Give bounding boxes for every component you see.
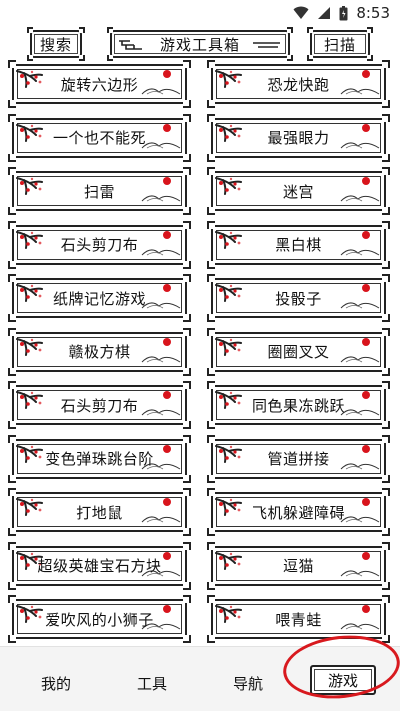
status-time: 8:53 <box>356 4 390 22</box>
game-card-label: 打地鼠 <box>76 503 123 522</box>
game-card[interactable]: 赣极方棋 <box>8 327 191 376</box>
nav-tab-tools[interactable]: 工具 <box>122 673 182 694</box>
game-card-label: 投骰子 <box>275 289 322 308</box>
game-card-label: 圈圈叉叉 <box>267 343 330 361</box>
wave-pattern-icon <box>253 42 280 48</box>
game-card-label: 最强眼力 <box>267 129 330 147</box>
game-card[interactable]: 变色弹珠跳台阶 <box>8 434 191 483</box>
game-card[interactable]: 同色果冻跳跃 <box>207 381 390 429</box>
status-bar: 8:53 <box>0 0 400 28</box>
game-card[interactable]: 一个也不能死 <box>8 113 191 162</box>
cloud-pattern-icon <box>119 40 142 50</box>
game-card-label: 爱吹风的小狮子 <box>45 610 154 629</box>
game-card[interactable]: 扫雷 <box>8 167 191 215</box>
game-card-label: 旋转六边形 <box>60 75 139 94</box>
game-card[interactable]: 黑白棋 <box>207 220 390 269</box>
game-card-label: 一个也不能死 <box>52 129 146 147</box>
signal-icon <box>318 7 331 19</box>
game-card[interactable]: 逗猫 <box>207 541 390 590</box>
game-card[interactable]: 恐龙快跑 <box>207 60 390 108</box>
bottom-nav: 我的 工具 导航 游戏 <box>0 646 400 711</box>
game-card[interactable]: 石头剪刀布 <box>8 220 191 269</box>
game-card[interactable]: 管道拼接 <box>207 434 390 483</box>
game-card[interactable]: 飞机躲避障碍 <box>207 488 390 536</box>
game-card-label: 纸牌记忆游戏 <box>52 289 146 308</box>
game-card[interactable]: 石头剪刀布 <box>8 381 191 429</box>
battery-icon <box>339 5 348 20</box>
game-card-label: 超级英雄宝石方块 <box>37 557 162 575</box>
nav-tab-games[interactable]: 游戏 <box>310 665 376 695</box>
game-card-label: 恐龙快跑 <box>267 75 330 94</box>
game-card-label: 黑白棋 <box>275 236 322 254</box>
wifi-icon <box>293 6 309 19</box>
game-card-label: 迷宫 <box>282 182 314 201</box>
game-card-label: 石头剪刀布 <box>60 236 139 254</box>
game-card-label: 扫雷 <box>83 182 115 201</box>
game-card[interactable]: 纸牌记忆游戏 <box>8 274 191 322</box>
game-card-label: 飞机躲避障碍 <box>251 503 345 522</box>
game-card-label: 石头剪刀布 <box>60 396 139 415</box>
nav-tab-guide[interactable]: 导航 <box>218 673 278 694</box>
game-card-label: 赣极方棋 <box>68 343 131 361</box>
game-card[interactable]: 旋转六边形 <box>8 60 191 108</box>
scan-button[interactable]: 扫描 <box>307 27 373 61</box>
game-card[interactable]: 迷宫 <box>207 167 390 215</box>
game-card-label: 管道拼接 <box>267 450 330 468</box>
game-card[interactable]: 投骰子 <box>207 274 390 322</box>
nav-tab-games-label: 游戏 <box>327 671 358 690</box>
game-card-label: 逗猫 <box>282 557 314 575</box>
status-icons: 8:53 <box>293 4 390 22</box>
page-title: 游戏工具箱 <box>159 35 240 54</box>
nav-tab-me[interactable]: 我的 <box>26 673 86 694</box>
game-card[interactable]: 超级英雄宝石方块 <box>8 541 191 590</box>
game-card[interactable]: 打地鼠 <box>8 488 191 536</box>
game-card-label: 变色弹珠跳台阶 <box>45 450 154 468</box>
search-button[interactable]: 搜索 <box>27 27 85 61</box>
game-grid: 旋转六边形 恐龙快跑一个也不能死 最强眼力扫雷 迷宫石头剪刀布 黑白棋纸牌记忆游戏 投骰子… <box>0 56 400 646</box>
game-card[interactable]: 最强眼力 <box>207 113 390 162</box>
game-card[interactable]: 爱吹风的小狮子 <box>8 595 191 643</box>
game-card[interactable]: 喂青蛙 <box>207 595 390 643</box>
page-title-box: 游戏工具箱 <box>107 27 293 61</box>
search-button-label: 搜索 <box>39 35 72 54</box>
game-card-label: 喂青蛙 <box>275 610 322 629</box>
game-card-label: 同色果冻跳跃 <box>251 396 345 415</box>
scan-button-label: 扫描 <box>323 35 356 54</box>
game-card[interactable]: 圈圈叉叉 <box>207 327 390 376</box>
